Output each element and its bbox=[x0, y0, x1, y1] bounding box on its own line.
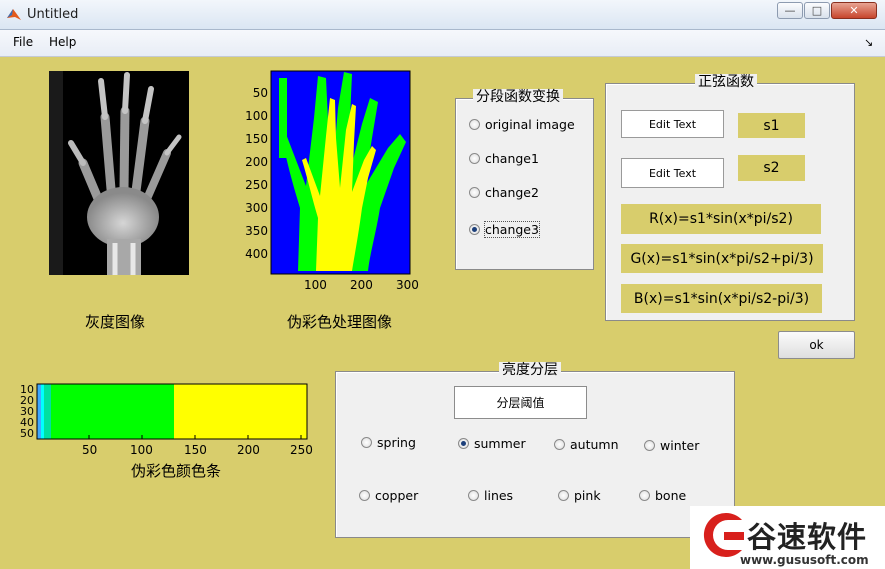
ok-button[interactable]: ok bbox=[778, 331, 855, 359]
s2-label: s2 bbox=[738, 155, 805, 181]
radio-dot bbox=[639, 490, 650, 501]
radio-dot bbox=[469, 187, 480, 198]
pseudo-ytick: 50 bbox=[252, 86, 268, 100]
grayscale-image bbox=[49, 71, 189, 275]
radio-copper[interactable]: copper bbox=[359, 488, 418, 503]
pseudocolor-caption: 伪彩色处理图像 bbox=[287, 313, 393, 331]
watermark-url: www.gususoft.com bbox=[740, 553, 869, 567]
radio-label: copper bbox=[375, 488, 419, 503]
radio-label: autumn bbox=[570, 437, 619, 452]
g-formula: G(x)=s1*sin(x*pi/s2+pi/3) bbox=[621, 244, 823, 273]
radio-lines[interactable]: lines bbox=[468, 488, 513, 503]
radio-dot bbox=[554, 439, 565, 450]
window-title: Untitled bbox=[27, 7, 79, 22]
radio-dot-selected bbox=[458, 438, 469, 449]
pseudo-ytick: 250 bbox=[245, 178, 268, 192]
pseudo-xtick: 300 bbox=[396, 278, 419, 292]
colorbar-xtick: 50 bbox=[82, 443, 98, 457]
colorbar-xtick: 100 bbox=[130, 443, 153, 457]
watermark-brand: 谷速软件 bbox=[747, 520, 868, 554]
watermark: 谷速软件 www.gususoft.com bbox=[690, 506, 885, 569]
close-button[interactable]: ✕ bbox=[831, 2, 877, 19]
pseudo-ytick: 350 bbox=[245, 224, 268, 238]
colorbar-image bbox=[36, 383, 308, 440]
pseudo-xtick: 200 bbox=[350, 278, 373, 292]
radio-label: change3 bbox=[484, 221, 540, 238]
dock-icon[interactable]: ↘ bbox=[864, 36, 873, 49]
pseudo-ytick: 150 bbox=[245, 132, 268, 146]
b-formula: B(x)=s1*sin(x*pi/s2-pi/3) bbox=[621, 284, 822, 313]
s1-label: s1 bbox=[738, 113, 805, 138]
radio-dot bbox=[468, 490, 479, 501]
radio-dot bbox=[469, 153, 480, 164]
pseudo-ytick: 100 bbox=[245, 109, 268, 123]
colorbar-xtick: 250 bbox=[290, 443, 313, 457]
r-formula: R(x)=s1*sin(x*pi/s2) bbox=[621, 204, 821, 234]
radio-label: summer bbox=[474, 436, 526, 451]
pseudo-xtick: 100 bbox=[304, 278, 327, 292]
radio-dot bbox=[361, 437, 372, 448]
radio-label: change2 bbox=[485, 185, 539, 200]
radio-label: pink bbox=[574, 488, 601, 503]
radio-label: bone bbox=[655, 488, 687, 503]
radio-bone[interactable]: bone bbox=[639, 488, 686, 503]
menu-help[interactable]: Help bbox=[49, 35, 76, 49]
radio-label: lines bbox=[484, 488, 514, 503]
radio-pink[interactable]: pink bbox=[558, 488, 601, 503]
radio-label: change1 bbox=[485, 151, 539, 166]
menu-file[interactable]: File bbox=[13, 35, 33, 49]
radio-change2[interactable]: change2 bbox=[469, 185, 539, 200]
threshold-button[interactable]: 分层阈值 bbox=[454, 386, 587, 419]
radio-dot bbox=[644, 440, 655, 451]
radio-label: original image bbox=[485, 117, 575, 132]
maximize-button[interactable]: □ bbox=[804, 2, 830, 19]
colorbar-caption: 伪彩色颜色条 bbox=[131, 462, 222, 480]
radio-autumn[interactable]: autumn bbox=[554, 437, 619, 452]
radio-spring[interactable]: spring bbox=[361, 435, 416, 450]
brightness-panel-title: 亮度分层 bbox=[499, 362, 561, 378]
colorbar-xtick: 200 bbox=[237, 443, 260, 457]
radio-summer[interactable]: summer bbox=[458, 436, 526, 451]
radio-change1[interactable]: change1 bbox=[469, 151, 539, 166]
radio-winter[interactable]: winter bbox=[644, 438, 699, 453]
colorbar-xtick: 150 bbox=[184, 443, 207, 457]
radio-dot bbox=[359, 490, 370, 501]
menu-bar: File Help ↘ bbox=[0, 30, 885, 57]
segment-panel-title: 分段函数变换 bbox=[473, 89, 563, 105]
radio-change3[interactable]: change3 bbox=[469, 221, 540, 238]
pseudo-ytick: 300 bbox=[245, 201, 268, 215]
colorbar-ytick: 50 bbox=[20, 427, 34, 440]
sine-panel-title: 正弦函数 bbox=[695, 74, 757, 90]
pseudocolor-image bbox=[270, 70, 411, 275]
s2-input[interactable]: Edit Text bbox=[621, 158, 724, 188]
grayscale-caption: 灰度图像 bbox=[85, 313, 146, 331]
radio-dot bbox=[469, 119, 480, 130]
minimize-button[interactable]: — bbox=[777, 2, 803, 19]
title-bar: Untitled — □ ✕ bbox=[0, 0, 885, 30]
pseudo-ytick: 400 bbox=[245, 247, 268, 261]
matlab-icon bbox=[7, 9, 21, 20]
s1-input[interactable]: Edit Text bbox=[621, 110, 724, 138]
radio-dot-selected bbox=[469, 224, 480, 235]
radio-label: spring bbox=[377, 435, 416, 450]
radio-original-image[interactable]: original image bbox=[469, 117, 575, 132]
radio-label: winter bbox=[660, 438, 700, 453]
radio-dot bbox=[558, 490, 569, 501]
pseudo-ytick: 200 bbox=[245, 155, 268, 169]
